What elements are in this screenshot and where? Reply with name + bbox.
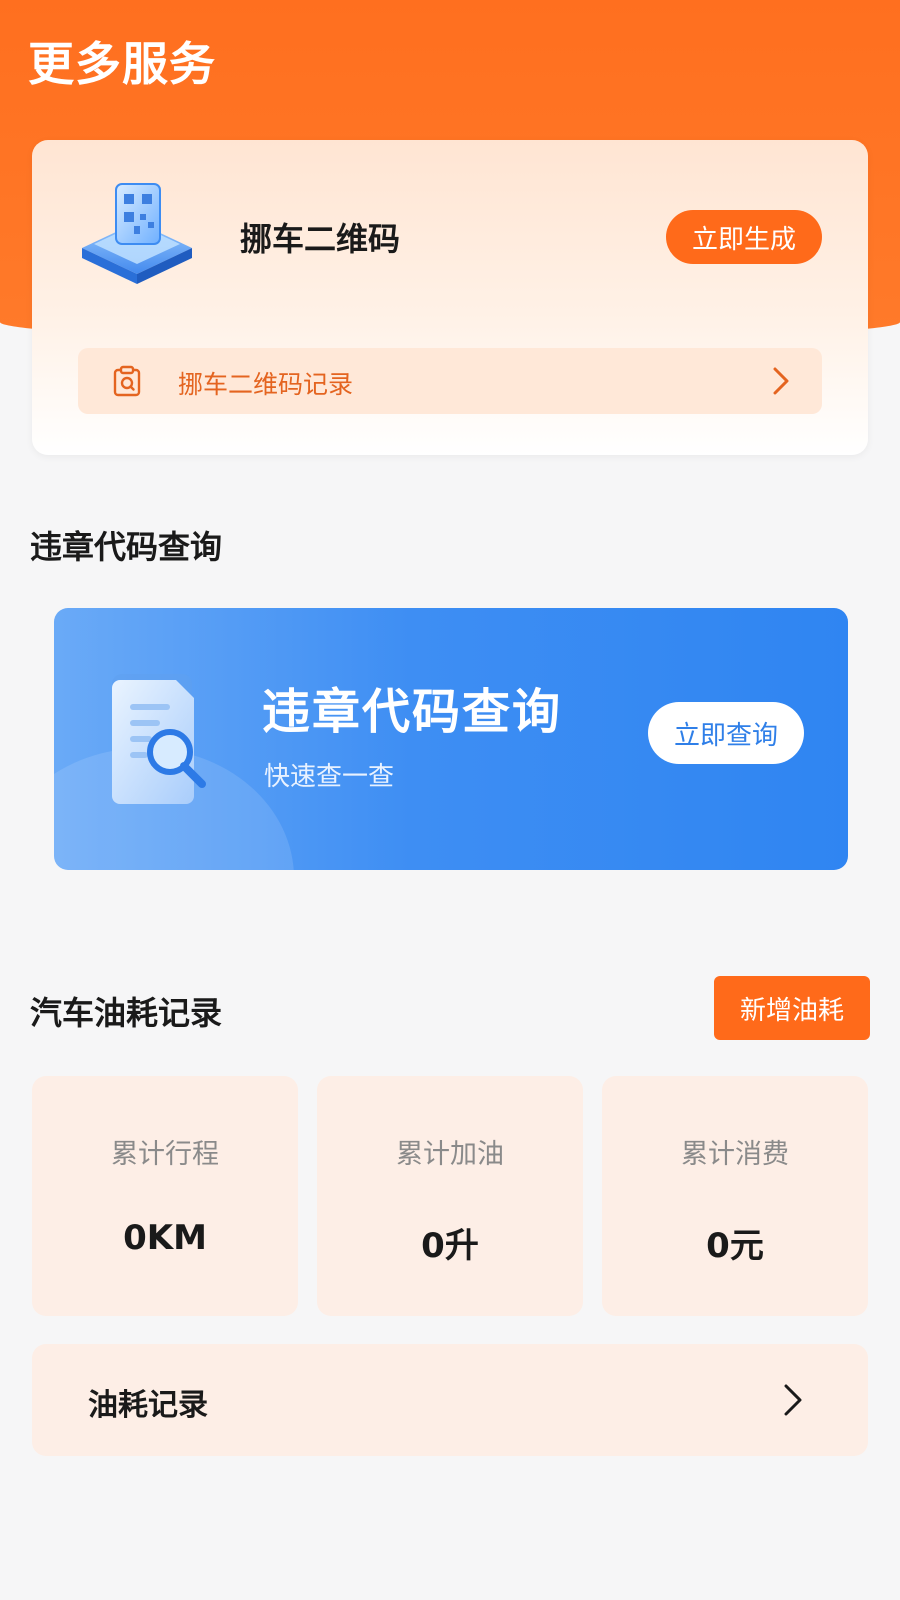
stat-value: 0KM xyxy=(123,1218,207,1258)
violation-query-banner[interactable]: 违章代码查询 快速查一查 立即查询 xyxy=(54,608,848,870)
fuel-section-title: 汽车油耗记录 xyxy=(30,994,223,1032)
stat-value: 0元 xyxy=(706,1226,764,1266)
qr-record-label: 挪车二维码记录 xyxy=(178,370,354,399)
stat-label: 累计加油 xyxy=(396,1139,504,1170)
query-now-button[interactable]: 立即查询 xyxy=(648,702,804,764)
stat-label: 累计消费 xyxy=(681,1139,789,1170)
generate-now-button[interactable]: 立即生成 xyxy=(666,210,822,264)
page-title: 更多服务 xyxy=(28,37,216,91)
document-search-icon xyxy=(112,674,206,804)
stat-label: 累计行程 xyxy=(111,1139,219,1170)
qr-cube-icon xyxy=(82,183,192,284)
stat-card-spending: 累计消费 0元 xyxy=(602,1076,868,1316)
violation-banner-title: 违章代码查询 xyxy=(262,684,563,740)
fuel-record-label: 油耗记录 xyxy=(88,1388,208,1423)
stat-card-refuel: 累计加油 0升 xyxy=(317,1076,583,1316)
chevron-right-icon xyxy=(773,367,789,395)
violation-banner-subtitle: 快速查一查 xyxy=(264,762,395,792)
qr-card-title: 挪车二维码 xyxy=(240,220,401,258)
violation-section-title: 违章代码查询 xyxy=(30,528,223,566)
fuel-record-row[interactable]: 油耗记录 xyxy=(32,1344,868,1456)
stat-card-mileage: 累计行程 0KM xyxy=(32,1076,298,1316)
qr-record-link[interactable]: 挪车二维码记录 xyxy=(78,348,822,414)
clipboard-icon xyxy=(113,365,141,397)
add-fuel-button[interactable]: 新增油耗 xyxy=(714,976,870,1040)
move-car-qr-card: 挪车二维码 立即生成 挪车二维码记录 xyxy=(32,140,868,455)
stat-value: 0升 xyxy=(421,1226,479,1266)
chevron-right-icon xyxy=(784,1384,802,1416)
